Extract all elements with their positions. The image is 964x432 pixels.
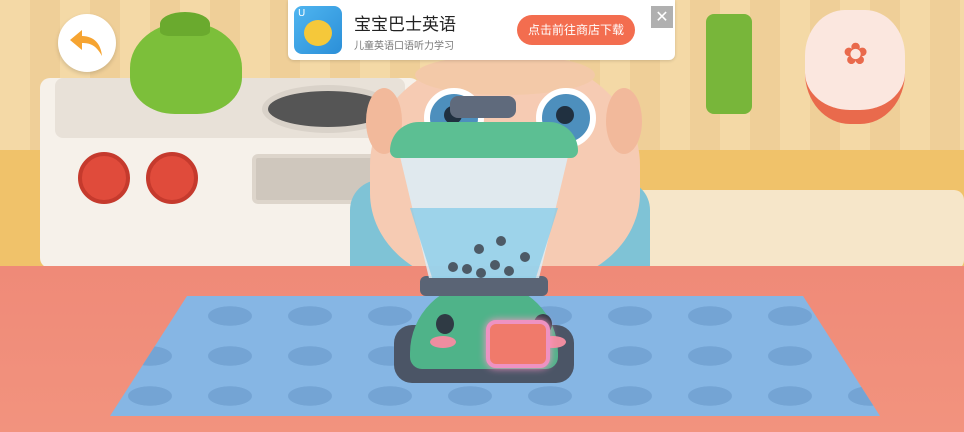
app-icon-badge: U — [298, 8, 306, 19]
cabinet-drawer — [620, 190, 964, 270]
tapioca-pearl — [474, 244, 484, 254]
back-button[interactable] — [58, 14, 116, 72]
blender-lid[interactable] — [390, 122, 578, 158]
close-icon[interactable]: ✕ — [651, 6, 673, 28]
green-teapot-lid — [160, 12, 210, 36]
download-button[interactable]: 点击前往商店下载 — [517, 15, 635, 45]
blender-cheek — [430, 336, 456, 348]
stove-knob — [78, 152, 130, 204]
tapioca-pearl — [504, 266, 514, 276]
back-arrow-icon — [70, 30, 102, 56]
blender-lid-knob[interactable] — [450, 96, 516, 118]
app-icon-art — [304, 20, 332, 46]
blender-water — [410, 208, 558, 278]
game-scene: ✿ — [0, 0, 964, 432]
baby-ear — [606, 88, 642, 154]
ad-banner[interactable]: U 宝宝巴士英语 儿童英语口语听力学习 点击前往商店下载 — [288, 0, 675, 60]
ad-tagline: 儿童英语口语听力学习 — [354, 41, 454, 52]
tapioca-pearl — [496, 236, 506, 246]
tapioca-pearl — [476, 268, 486, 278]
tapioca-pearl — [490, 260, 500, 270]
blender-start-button[interactable] — [486, 320, 550, 368]
stove-knob — [146, 152, 198, 204]
flower-decoration-icon: ✿ — [843, 37, 869, 72]
ad-app-name: 宝宝巴士英语 — [354, 15, 456, 35]
blender-ring — [420, 276, 548, 296]
tapioca-pearl — [462, 264, 472, 274]
tapioca-pearl — [448, 262, 458, 272]
green-container — [706, 14, 752, 114]
blender-eye — [436, 314, 454, 334]
app-icon[interactable]: U — [294, 6, 342, 54]
tapioca-pearl — [520, 252, 530, 262]
